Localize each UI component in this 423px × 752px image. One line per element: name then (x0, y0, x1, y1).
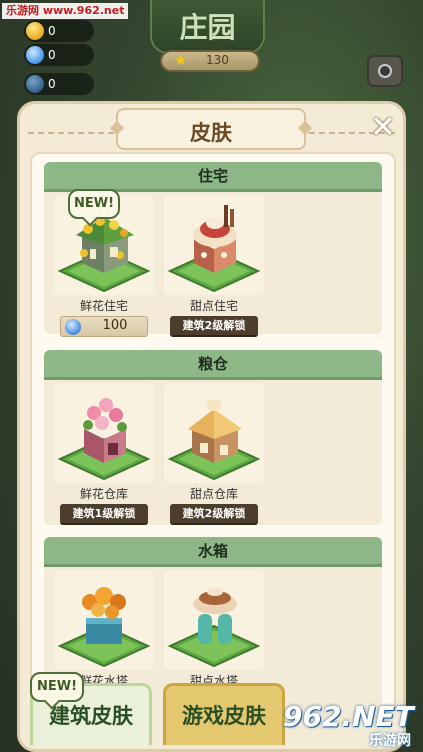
unlock-requirement: 建筑2级解锁 (170, 316, 258, 337)
gem-icon (65, 319, 81, 335)
watermark-small: 乐游网 (369, 733, 411, 749)
skins-dialog: 皮肤 ✕ 住宅 鲜花住宅 100 NEW! 甜点住宅 建筑2级解锁 粮仓 鲜花仓… (17, 101, 406, 752)
price-value: 100 (102, 318, 128, 333)
skin-name: 甜点住宅 (189, 299, 238, 313)
star-icon: ★ (174, 51, 188, 69)
skins-list-panel[interactable]: 住宅 鲜花住宅 100 NEW! 甜点住宅 建筑2级解锁 粮仓 鲜花仓库 建筑1… (30, 152, 396, 714)
dialog-title: 皮肤 (190, 121, 232, 145)
watermark-top: 乐游网 www.962.net (2, 3, 129, 19)
star-value: 130 (206, 53, 229, 67)
skin-name: 鲜花住宅 (79, 299, 128, 313)
skin-card-dessert-house[interactable]: 甜点住宅 建筑2级解锁 (164, 195, 264, 340)
gold-counter: 0 (24, 20, 94, 42)
watermark-bottom: 962.NET 乐游网 (283, 700, 423, 752)
section-granary: 粮仓 鲜花仓库 建筑1级解锁 甜点仓库 建筑2级解锁 (44, 350, 382, 525)
dialog-title-banner: 皮肤 (116, 108, 306, 150)
new-badge: NEW! (68, 189, 120, 219)
dessert-house-image (164, 195, 264, 295)
dessert-water-tower-image (164, 570, 264, 670)
watermark-big: 962.NET (283, 700, 414, 733)
section-title: 水箱 (44, 537, 382, 567)
price-tag[interactable]: 100 (60, 316, 148, 337)
skin-card-flower-granary[interactable]: 鲜花仓库 建筑1级解锁 (54, 383, 154, 528)
skin-name: 甜点仓库 (189, 487, 238, 501)
resource-icon (26, 75, 44, 93)
dessert-granary-image (164, 383, 264, 483)
camera-icon (378, 64, 392, 78)
section-residence: 住宅 鲜花住宅 100 NEW! 甜点住宅 建筑2级解锁 (44, 162, 382, 337)
skin-card-dessert-granary[interactable]: 甜点仓库 建筑2级解锁 (164, 383, 264, 528)
section-title: 粮仓 (44, 350, 382, 380)
close-button[interactable]: ✕ (367, 113, 399, 145)
flower-granary-image (54, 383, 154, 483)
skin-name: 鲜花仓库 (79, 487, 128, 501)
farm-title: 庄园 (179, 11, 236, 44)
camera-button[interactable] (367, 55, 403, 87)
gem-value: 0 (48, 48, 56, 62)
tab-new-badge: NEW! (30, 672, 84, 702)
other-counter: 0 (24, 73, 94, 95)
unlock-requirement: 建筑1级解锁 (60, 504, 148, 525)
flower-water-tower-image (54, 570, 154, 670)
section-title: 住宅 (44, 162, 382, 192)
star-bar: ★ 130 (160, 50, 260, 72)
other-value: 0 (48, 77, 56, 91)
gold-value: 0 (48, 24, 56, 38)
gem-counter: 0 (24, 44, 94, 66)
tab-game-skin[interactable]: 游戏皮肤 (163, 683, 285, 745)
gem-icon (26, 46, 44, 64)
farm-title-board: 庄园 (150, 0, 265, 54)
gold-coin-icon (26, 22, 44, 40)
unlock-requirement: 建筑2级解锁 (170, 504, 258, 525)
